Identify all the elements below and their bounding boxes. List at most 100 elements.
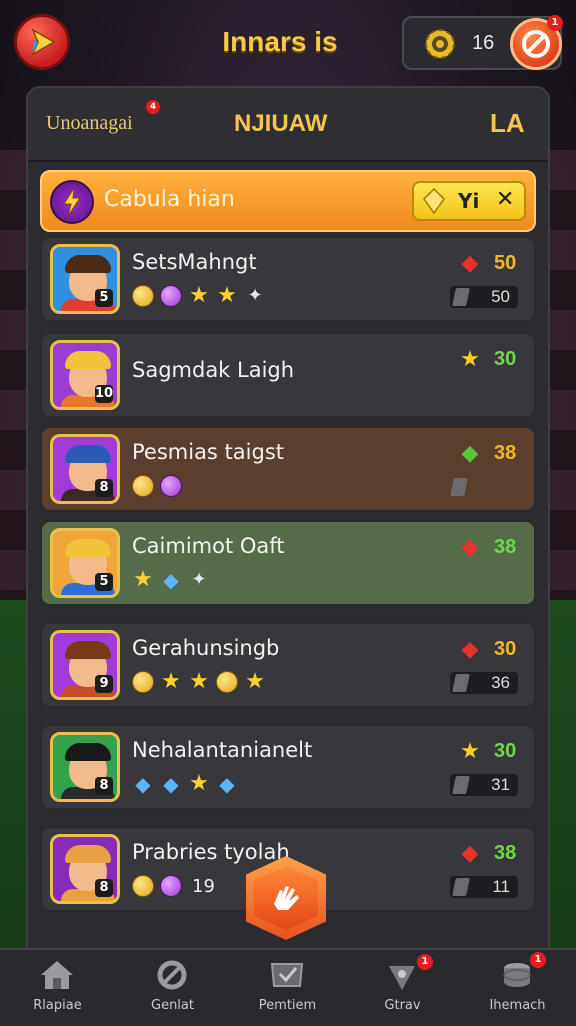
player-row[interactable]: 5 SetsMahngt ★ ★ ✦ ◆ 50 50 <box>40 236 536 322</box>
secondary-stat-value: 11 <box>492 877 510 896</box>
avatar-hair <box>65 255 111 273</box>
avatar-hair <box>65 743 111 761</box>
player-row[interactable]: 5 Caimimot Oaft ★ ◆ ✦ ◆ 38 <box>40 520 536 606</box>
panel-header: Unoanagai 4 NJIUAW LA <box>28 88 548 162</box>
star-reward-icon: ★ <box>189 771 209 796</box>
card-icon <box>452 776 470 794</box>
nav-label-map: Gtrav <box>384 998 421 1013</box>
jersey-number: 8 <box>95 479 113 497</box>
avatar[interactable]: 5 <box>50 244 120 314</box>
nav-map-badge: 1 <box>417 954 433 970</box>
player-row[interactable]: 8 Pesmias taigst ◆ 38 <box>40 426 536 512</box>
back-button[interactable] <box>14 14 70 70</box>
blue-reward-icon: ◆ <box>219 772 235 796</box>
reward-icons: ★ ★ ★ <box>132 670 266 694</box>
avatar-hair <box>65 539 111 557</box>
nav-label-shield: Pemtiem <box>258 998 317 1013</box>
player-name: Sagmdak Laigh <box>132 358 295 382</box>
avatar[interactable]: 8 <box>50 434 120 504</box>
highlight-banner[interactable]: Cabula hian Yi ✕ <box>40 170 536 232</box>
red-diamond-icon: ◆ <box>461 841 479 866</box>
nav-coins-badge: 1 <box>530 952 546 968</box>
avatar[interactable]: 8 <box>50 732 120 802</box>
player-score: 38 <box>494 536 517 558</box>
card-icon <box>452 878 470 896</box>
tab-middle[interactable]: NJIUAW <box>234 110 327 138</box>
bottom-navigation: Rlapiae Genlat Pemtiem 1 Gtrav 1 Ihemach <box>0 948 576 1026</box>
secondary-stat: 31 <box>450 774 518 796</box>
red-diamond-icon: ◆ <box>461 251 479 276</box>
avatar-hair <box>65 351 111 369</box>
player-score: 30 <box>494 638 517 660</box>
red-diamond-icon: ◆ <box>461 637 479 662</box>
red-diamond-icon: ◆ <box>461 535 479 560</box>
secondary-stat: 11 <box>450 876 518 898</box>
nav-item-shield[interactable]: Pemtiem <box>230 950 345 1026</box>
jersey-number: 5 <box>95 289 113 307</box>
player-name: Pesmias taigst <box>132 440 284 464</box>
avatar[interactable]: 9 <box>50 630 120 700</box>
card-icon <box>452 674 470 692</box>
blue-reward-icon: ◆ <box>135 772 151 796</box>
blue-reward-icon: ◆ <box>163 772 179 796</box>
play-arrow-icon <box>31 28 56 56</box>
lightning-icon <box>50 180 94 224</box>
secondary-stat-value: 31 <box>491 775 510 794</box>
nav-item-home[interactable]: Rlapiae <box>0 950 115 1026</box>
refresh-icon <box>157 960 187 990</box>
player-score: 30 <box>494 348 517 370</box>
jersey-number: 8 <box>95 879 113 897</box>
player-row[interactable]: 10 Sagmdak Laigh ★ 30 <box>40 332 536 418</box>
banner-chip-text: Yi <box>458 189 480 213</box>
white-reward-icon: ✦ <box>191 569 207 590</box>
jersey-number: 9 <box>95 675 113 693</box>
player-score: 38 <box>494 842 517 864</box>
top-bar: Innars is 16 1 <box>0 0 576 84</box>
reward-icons: 19 <box>132 874 215 898</box>
gem-icon <box>423 187 445 215</box>
player-name: Gerahunsingb <box>132 636 280 660</box>
star-reward-icon: ★ <box>161 669 181 694</box>
shield-check-icon <box>270 963 304 987</box>
nav-item-map[interactable]: 1 Gtrav <box>345 950 460 1026</box>
gold-reward-icon <box>216 671 238 693</box>
gold-reward-icon <box>132 475 154 497</box>
reward-icons: ◆ ◆ ★ ◆ <box>132 772 238 796</box>
star-reward-icon: ★ <box>189 283 209 308</box>
star-reward-icon: ★ <box>245 669 265 694</box>
avatar[interactable]: 10 <box>50 340 120 410</box>
gold-star-icon: ★ <box>460 347 480 372</box>
nav-item-coins[interactable]: 1 Ihemach <box>460 950 575 1026</box>
reward-icons: ★ ◆ ✦ <box>132 568 210 592</box>
green-diamond-icon: ◆ <box>461 441 479 466</box>
avatar[interactable]: 5 <box>50 528 120 598</box>
banner-chip[interactable]: Yi ✕ <box>412 181 526 221</box>
avatar[interactable]: 8 <box>50 834 120 904</box>
close-icon[interactable]: ✕ <box>496 187 514 212</box>
jersey-number: 10 <box>95 385 114 403</box>
star-reward-icon: ★ <box>133 567 153 592</box>
tab-left[interactable]: Unoanagai <box>46 112 133 135</box>
nav-item-refresh[interactable]: Genlat <box>115 950 230 1026</box>
purple-reward-icon <box>160 475 182 497</box>
nav-label-home: Rlapiae <box>33 998 82 1013</box>
gold-reward-icon <box>132 285 154 307</box>
tab-right[interactable]: LA <box>490 108 525 139</box>
power-button[interactable]: 1 <box>510 15 563 70</box>
coin-count: 16 <box>472 32 495 54</box>
player-name: Caimimot Oaft <box>132 534 285 558</box>
player-row[interactable]: 8 Nehalantanianelt ◆ ◆ ★ ◆ ★ 30 31 <box>40 724 536 810</box>
player-name: Nehalantanianelt <box>132 738 313 762</box>
player-row[interactable]: 9 Gerahunsingb ★ ★ ★ ◆ 30 36 <box>40 622 536 708</box>
banner-label: Cabula hian <box>104 187 235 212</box>
purple-reward-icon <box>160 285 182 307</box>
player-name: SetsMahngt <box>132 250 257 274</box>
player-name: Prabries tyolah <box>132 840 290 864</box>
player-score: 50 <box>494 252 517 274</box>
tab-left-badge: 4 <box>146 100 160 114</box>
secondary-stat: 50 <box>450 286 518 308</box>
jersey-number: 5 <box>95 573 113 591</box>
reward-icons <box>132 474 182 498</box>
home-icon <box>41 961 73 989</box>
gold-reward-icon <box>132 875 154 897</box>
